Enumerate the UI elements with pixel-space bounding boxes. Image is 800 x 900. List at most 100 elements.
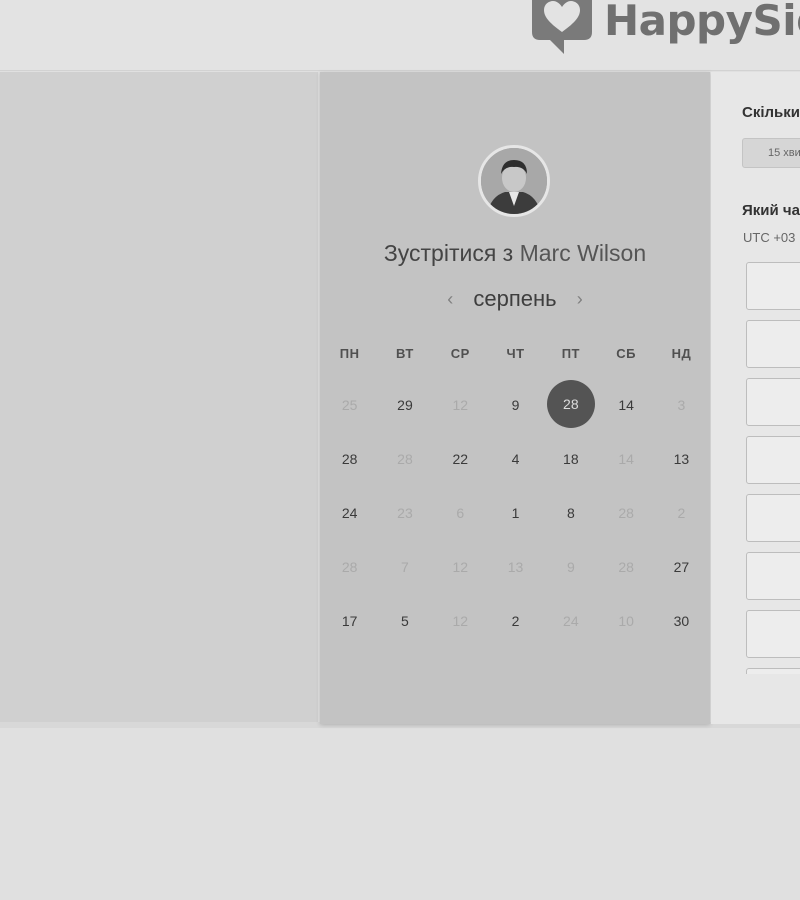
booking-panel: Скільки 15 хви Який ча UTC +03 — [711, 72, 800, 724]
time-slot-button[interactable] — [746, 494, 800, 542]
calendar-day[interactable]: 17 — [322, 594, 377, 648]
calendar-day-number: 13 — [673, 451, 690, 467]
calendar-day-number: 12 — [452, 559, 469, 575]
calendar-day-number: 6 — [456, 505, 465, 521]
calendar-day-selected[interactable]: 28 — [543, 378, 598, 432]
calendar-day-number: 8 — [566, 505, 575, 521]
calendar-day-number: 27 — [673, 559, 690, 575]
calendar-day-number: 4 — [511, 451, 520, 467]
weekday-label: НД — [671, 346, 692, 361]
calendar-day: 14 — [598, 432, 653, 486]
calendar-day: 23 — [377, 486, 432, 540]
meeting-title: Зустрітися з Marc Wilson — [320, 240, 710, 267]
calendar-week-row: 28 28 22 4 18 14 13 — [322, 432, 710, 486]
calendar-grid: 25 29 12 9 28 14 3 28 28 22 4 18 14 13 24 23 6 1 8 28 2 28 7 12… — [322, 378, 710, 648]
time-slot-button[interactable] — [746, 552, 800, 600]
calendar-day[interactable]: 9 — [488, 378, 543, 432]
timezone-label: UTC +03 — [743, 230, 796, 245]
calendar-day-number: 28 — [397, 451, 413, 467]
time-question: Який ча — [742, 202, 800, 219]
calendar-day-number: 7 — [401, 559, 409, 575]
calendar-day-number: 14 — [618, 397, 634, 413]
time-slot-list — [746, 262, 800, 674]
calendar-day-number: 23 — [397, 505, 413, 521]
calendar-day-number: 1 — [511, 505, 520, 521]
calendar-day: 12 — [433, 540, 488, 594]
calendar-day: 24 — [543, 594, 598, 648]
calendar-day[interactable]: 24 — [322, 486, 377, 540]
calendar-day-number: 24 — [341, 505, 358, 521]
left-panel — [0, 72, 318, 722]
meet-prefix: Зустрітися з — [383, 240, 514, 266]
calendar-day[interactable]: 18 — [543, 432, 598, 486]
calendar-day-number: 30 — [673, 613, 690, 629]
calendar-week-row: 25 29 12 9 28 14 3 — [322, 378, 710, 432]
time-slot-button[interactable] — [746, 668, 800, 674]
calendar-day[interactable]: 29 — [377, 378, 432, 432]
calendar-day[interactable]: 28 — [322, 432, 377, 486]
weekday-label: ЧТ — [506, 346, 525, 361]
calendar-day[interactable]: 2 — [488, 594, 543, 648]
calendar-day: 6 — [433, 486, 488, 540]
page: HappySig Зустрітися з Marc Wilson ‹ серп… — [0, 0, 800, 900]
next-month-chevron-icon[interactable]: › — [563, 289, 597, 310]
weekday-label: ПН — [339, 346, 360, 361]
calendar-day: 12 — [433, 378, 488, 432]
calendar-day: 13 — [488, 540, 543, 594]
calendar-day-number: 13 — [507, 559, 524, 575]
calendar-day: 28 — [377, 432, 432, 486]
calendar-day: 10 — [598, 594, 653, 648]
weekday-label: СБ — [616, 346, 636, 361]
calendar-day[interactable]: 8 — [543, 486, 598, 540]
calendar-day-number: 28 — [546, 380, 595, 428]
calendar-day[interactable]: 5 — [377, 594, 432, 648]
calendar-day-number: 9 — [566, 559, 575, 575]
calendar-day-number: 12 — [452, 397, 469, 413]
calendar-day-number: 29 — [397, 397, 413, 413]
weekday-label: ПТ — [561, 346, 580, 361]
calendar-day-number: 10 — [618, 613, 634, 629]
calendar-day-number: 28 — [341, 559, 358, 575]
calendar-week-row: 17 5 12 2 24 10 30 — [322, 594, 710, 648]
calendar-day-number: 28 — [618, 505, 634, 521]
calendar-day[interactable]: 14 — [598, 378, 653, 432]
calendar-day: 3 — [654, 378, 709, 432]
brand-name: HappySig — [604, 0, 800, 45]
heart-speech-bubble-icon — [532, 0, 592, 54]
calendar-day: 2 — [654, 486, 709, 540]
time-slot-button[interactable] — [746, 378, 800, 426]
brand-logo[interactable]: HappySig — [524, 0, 800, 58]
weekday-header: ПН ВТ СР ЧТ ПТ СБ НД — [322, 346, 710, 361]
calendar-day-number: 2 — [511, 613, 520, 629]
time-slot-button[interactable] — [746, 262, 800, 310]
time-slot-button[interactable] — [746, 436, 800, 484]
duration-label: 15 хви — [768, 147, 800, 159]
calendar-day[interactable]: 13 — [654, 432, 709, 486]
calendar-day[interactable]: 22 — [433, 432, 488, 486]
calendar-week-row: 28 7 12 13 9 28 27 — [322, 540, 710, 594]
calendar-day[interactable]: 30 — [654, 594, 709, 648]
calendar-day[interactable]: 27 — [654, 540, 709, 594]
calendar-day-number: 25 — [341, 397, 358, 413]
calendar-day: 28 — [598, 486, 653, 540]
weekday-label: СР — [450, 346, 470, 361]
calendar-day-number: 3 — [677, 397, 686, 413]
calendar-day: 28 — [322, 540, 377, 594]
prev-month-chevron-icon[interactable]: ‹ — [433, 289, 467, 310]
calendar-day: 12 — [433, 594, 488, 648]
calendar-day-number: 17 — [341, 613, 358, 629]
calendar-day-number: 9 — [511, 397, 520, 413]
person-name: Marc Wilson — [519, 240, 647, 266]
avatar — [478, 145, 550, 217]
calendar-day-number: 5 — [401, 613, 409, 629]
person-avatar-image — [481, 148, 547, 214]
time-slot-button[interactable] — [746, 320, 800, 368]
calendar-day-number: 12 — [452, 613, 469, 629]
duration-button[interactable]: 15 хви — [742, 138, 800, 168]
calendar-day: 7 — [377, 540, 432, 594]
calendar-day[interactable]: 1 — [488, 486, 543, 540]
time-slot-button[interactable] — [746, 610, 800, 658]
calendar-day[interactable]: 4 — [488, 432, 543, 486]
calendar-day-number: 22 — [452, 451, 469, 467]
header-bar: HappySig — [0, 0, 800, 71]
